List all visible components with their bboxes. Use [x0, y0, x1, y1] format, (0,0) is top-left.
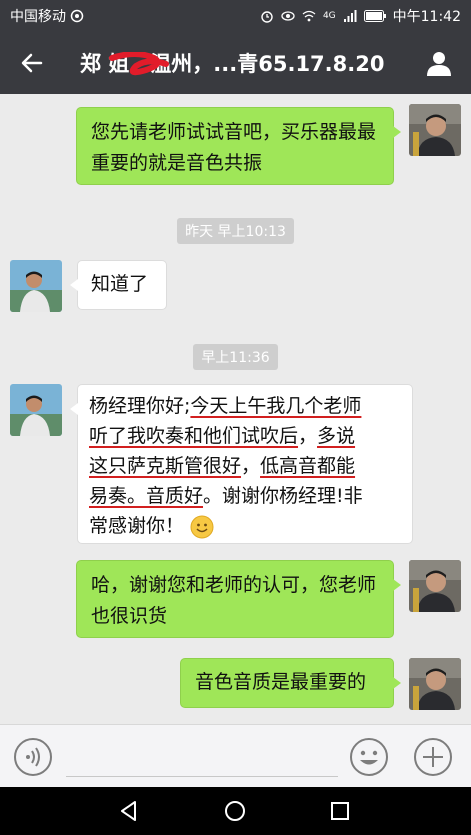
status-bar: 中国移动 4G 中午11:42	[0, 0, 471, 32]
avatar-self[interactable]	[409, 658, 461, 710]
carrier-label: 中国移动	[10, 9, 66, 25]
message-text: 哈，谢谢您和老师的认可，您老师也很识货	[91, 574, 377, 627]
message-text: 您先请老师试试音吧，买乐器最最重要的就是音色共振	[91, 121, 377, 174]
timestamp: 昨天 早上10:13	[0, 218, 471, 244]
message-line: 听了我吹奏和他们试吹后，多说	[89, 425, 356, 447]
chat-info-button[interactable]	[407, 32, 471, 94]
avatar-contact[interactable]	[10, 384, 62, 436]
nav-back-icon[interactable]	[117, 799, 141, 823]
message-bubble-received[interactable]: 知道了	[70, 260, 167, 310]
message-input-bar	[0, 724, 471, 787]
network-type: 4G	[322, 11, 336, 21]
signal-icon	[343, 10, 357, 22]
message-line: 杨经理你好;今天上午我几个老师	[89, 395, 362, 417]
message-text: 音色音质是最重要的	[195, 671, 367, 693]
smile-emoji-icon	[190, 515, 214, 538]
message-bubble-received[interactable]: 杨经理你好;今天上午我几个老师 听了我吹奏和他们试吹后，多说 这只萨克斯管很好，…	[70, 384, 413, 544]
system-nav-bar	[0, 787, 471, 835]
message-line: 常感谢你！	[89, 511, 401, 541]
voice-icon	[14, 738, 52, 776]
message-bubble-sent[interactable]: 您先请老师试试音吧，买乐器最最重要的就是音色共振	[76, 107, 401, 185]
chat-header: 郑 姐，温州，...青65.17.8.20	[0, 32, 471, 94]
message-bubble-sent[interactable]: 音色音质是最重要的	[180, 658, 401, 708]
voice-button[interactable]	[13, 737, 53, 777]
avatar-contact-image	[10, 260, 62, 312]
chat-title: 郑 姐，温州，...青65.17.8.20	[64, 48, 394, 78]
chat-area: 您先请老师试试音吧，买乐器最最重要的就是音色共振 昨天 早上10:13 知道了 …	[0, 94, 471, 724]
clock: 中午11:42	[392, 9, 461, 25]
avatar-self-image	[409, 658, 461, 710]
avatar-self-image	[409, 560, 461, 612]
avatar-self-image	[409, 104, 461, 156]
back-arrow-icon	[21, 53, 43, 73]
message-line: 这只萨克斯管很好，低高音都能	[89, 455, 356, 477]
avatar-contact[interactable]	[10, 260, 62, 312]
message-bubble-sent[interactable]: 哈，谢谢您和老师的认可，您老师也很识货	[76, 560, 401, 638]
plus-icon	[414, 738, 452, 776]
redaction-mark	[109, 52, 169, 76]
avatar-self[interactable]	[409, 104, 461, 156]
message-line: 易奏。音质好。谢谢你杨经理!非	[89, 485, 363, 507]
eye-icon	[281, 11, 295, 21]
person-icon	[427, 52, 451, 76]
message-input[interactable]	[66, 737, 338, 777]
avatar-contact-image	[10, 384, 62, 436]
emoji-icon	[350, 738, 388, 776]
back-button[interactable]	[0, 32, 64, 94]
battery-icon	[363, 10, 386, 22]
avatar-self[interactable]	[409, 560, 461, 612]
timestamp: 早上11:36	[0, 344, 471, 370]
nav-recents-icon[interactable]	[328, 799, 352, 823]
sync-icon	[70, 9, 84, 23]
message-text: 知道了	[91, 273, 149, 295]
wifi-icon	[302, 10, 316, 22]
alarm-icon	[261, 11, 273, 23]
emoji-button[interactable]	[349, 737, 389, 777]
more-button[interactable]	[413, 737, 453, 777]
nav-home-icon[interactable]	[223, 799, 247, 823]
